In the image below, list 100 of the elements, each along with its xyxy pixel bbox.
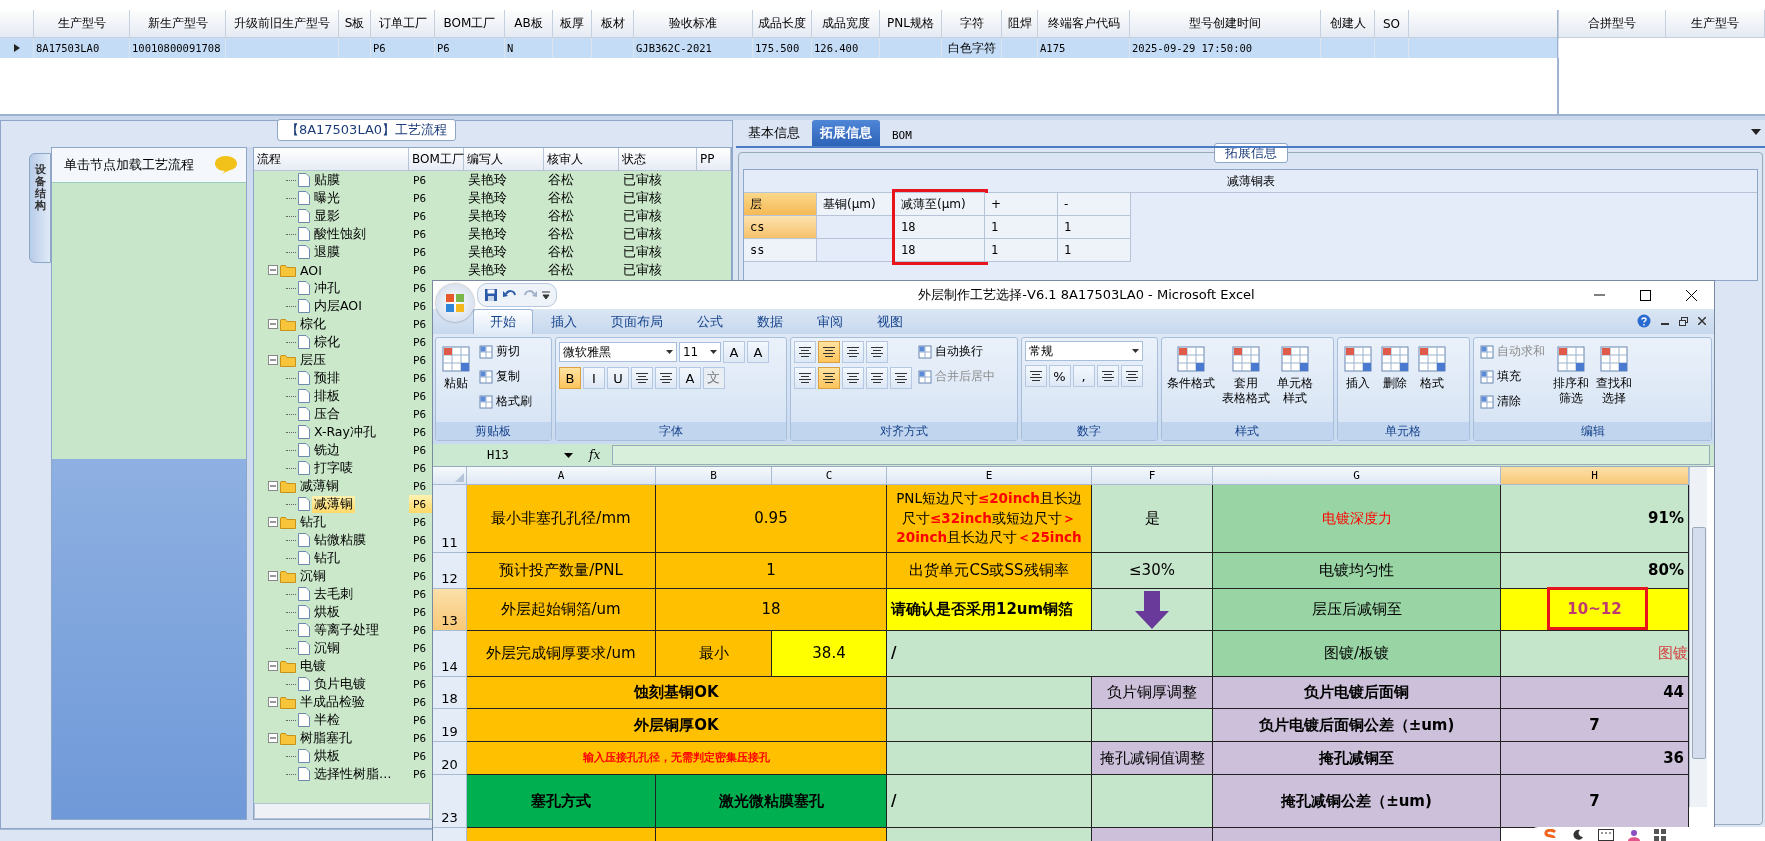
restore-icon[interactable]	[1679, 316, 1688, 326]
ribbon-button[interactable]: 条件格式	[1165, 341, 1218, 394]
collapse-icon[interactable]	[268, 571, 278, 581]
tree-item[interactable]: 等离子处理	[312, 621, 381, 639]
tree-item[interactable]: 烘板	[312, 603, 342, 621]
tree-item[interactable]: X-Ray冲孔	[312, 423, 378, 441]
tree-item[interactable]: 沉铜	[298, 567, 328, 585]
column-header[interactable]: 成品宽度	[812, 10, 880, 37]
column-header[interactable]: 减薄至(μm)	[895, 193, 985, 216]
squares-icon[interactable]	[1654, 829, 1666, 841]
tree-item[interactable]: 树脂塞孔	[298, 729, 354, 747]
column-header[interactable]: 编写人	[464, 148, 544, 170]
toolbar-button[interactable]: I	[582, 367, 605, 389]
collapse-icon[interactable]	[268, 661, 278, 671]
ribbon-button[interactable]: 自动换行	[914, 341, 998, 362]
row-header[interactable]: 13	[433, 589, 467, 631]
collapse-icon[interactable]	[268, 319, 278, 329]
column-header[interactable]: 成品长度	[753, 10, 812, 37]
ribbon-button[interactable]: 排序和 筛选	[1551, 341, 1592, 409]
dropdown-field[interactable]: 微软雅黑	[558, 342, 677, 362]
collapse-icon[interactable]	[268, 733, 278, 743]
tree-item[interactable]: 钻孔	[312, 549, 342, 567]
column-header[interactable]: 阻焊	[1002, 10, 1038, 37]
toolbar-button[interactable]	[1096, 365, 1119, 387]
column-header[interactable]: 板厚	[553, 10, 592, 37]
collapse-icon[interactable]	[268, 355, 278, 365]
tree-item[interactable]: 钻微粘膜	[312, 531, 368, 549]
column-header[interactable]: 核审人	[544, 148, 619, 170]
column-header[interactable]: BOM工厂	[409, 148, 464, 170]
toolbar-button[interactable]	[1120, 365, 1143, 387]
row-header[interactable]: 19	[433, 709, 467, 742]
collapse-icon[interactable]	[268, 481, 278, 491]
tree-item[interactable]: 层压	[298, 351, 328, 369]
ribbon-button[interactable]: 填充	[1477, 366, 1549, 387]
tree-item[interactable]: 酸性蚀刻	[312, 225, 368, 243]
column-header[interactable]: 层	[744, 193, 817, 216]
tab[interactable]: 拓展信息	[812, 120, 880, 146]
toolbar-button[interactable]: ,	[1072, 365, 1095, 387]
tree-item[interactable]: 贴膜	[312, 171, 342, 189]
ribbon-button[interactable]: 格式	[1414, 341, 1449, 394]
column-header[interactable]: E	[887, 467, 1092, 485]
collapse-icon[interactable]	[268, 265, 278, 275]
row-header[interactable]: 20	[433, 742, 467, 775]
ribbon-button[interactable]: 套用 表格格式	[1220, 341, 1273, 409]
column-header[interactable]: C	[772, 467, 887, 485]
column-header[interactable]: 升级前旧生产型号	[226, 10, 339, 37]
column-header[interactable]: F	[1092, 467, 1213, 485]
tree-item[interactable]: 曝光	[312, 189, 342, 207]
ribbon-button[interactable]: 格式刷	[476, 391, 535, 412]
tree-item[interactable]: 烘板	[312, 747, 342, 765]
column-header[interactable]: 合拼型号	[1559, 10, 1666, 37]
person-icon[interactable]	[1628, 829, 1640, 841]
formula-field[interactable]	[612, 445, 1710, 465]
ribbon-button[interactable]: 清除	[1477, 391, 1549, 412]
tree-item[interactable]: 半成品检验	[298, 693, 367, 711]
scrollbar[interactable]	[1689, 467, 1707, 807]
row-header[interactable]: 14	[433, 631, 467, 677]
toolbar-button[interactable]	[817, 367, 840, 389]
tree-item[interactable]: 压合	[312, 405, 342, 423]
row-header[interactable]: 23	[433, 775, 467, 828]
row-header[interactable]: 12	[433, 553, 467, 589]
column-header[interactable]: 订单工厂	[371, 10, 435, 37]
column-header[interactable]: G	[1213, 467, 1501, 485]
toolbar-button[interactable]	[865, 367, 888, 389]
dropdown-field[interactable]: 常规	[1024, 341, 1143, 361]
help-icon[interactable]	[1637, 314, 1651, 328]
tree-item[interactable]: 排板	[312, 387, 342, 405]
ribbon-button[interactable]: 查找和 选择	[1594, 341, 1635, 409]
ribbon-tab[interactable]: 插入	[535, 310, 593, 334]
tree-item[interactable]: 冲孔	[312, 279, 342, 297]
toolbar-button[interactable]	[1024, 365, 1047, 387]
tree-item[interactable]: 棕化	[298, 315, 328, 333]
column-header[interactable]: AB板	[505, 10, 553, 37]
collapse-icon[interactable]	[268, 517, 278, 527]
column-header[interactable]: 新生产型号	[130, 10, 226, 37]
column-header[interactable]: BOM工厂	[435, 10, 505, 37]
tree-item[interactable]: 负片电镀	[312, 675, 368, 693]
column-header[interactable]: S板	[339, 10, 371, 37]
tree-item[interactable]: AOI	[298, 262, 324, 278]
ribbon-button[interactable]: 复制	[476, 366, 535, 387]
dropdown-arrow-icon[interactable]	[1751, 129, 1761, 135]
tree-item[interactable]: 电镀	[298, 657, 328, 675]
column-header[interactable]: B	[656, 467, 772, 485]
ribbon-button[interactable]: 粘贴	[439, 341, 473, 394]
ribbon-tab[interactable]: 公式	[681, 310, 739, 334]
column-header[interactable]: 型号创建时间	[1130, 10, 1321, 37]
collapse-icon[interactable]	[268, 697, 278, 707]
toolbar-button[interactable]	[889, 367, 912, 389]
toolbar-button[interactable]: %	[1048, 365, 1071, 387]
tree-item[interactable]: 铣边	[312, 441, 342, 459]
row-header[interactable]: ss	[744, 239, 817, 262]
column-header[interactable]: 状态	[619, 148, 697, 170]
tree-item[interactable]: 退膜	[312, 243, 342, 261]
keyboard-icon[interactable]	[1598, 829, 1614, 841]
row-header[interactable]: 18	[433, 677, 467, 709]
toolbar-button[interactable]	[841, 341, 864, 363]
function-button[interactable]: fx	[583, 448, 607, 462]
toolbar-button[interactable]	[841, 367, 864, 389]
tree-item[interactable]: 去毛刺	[312, 585, 355, 603]
column-header[interactable]: -	[1058, 193, 1131, 216]
